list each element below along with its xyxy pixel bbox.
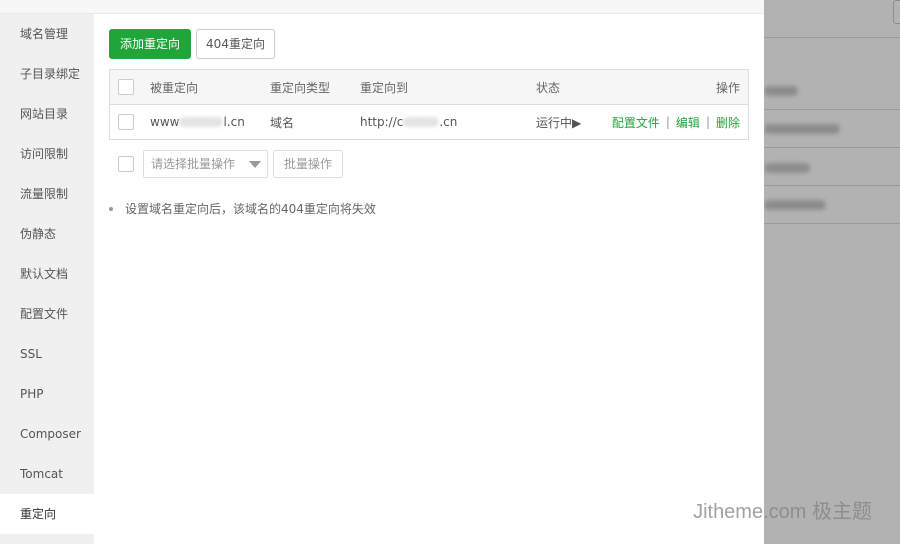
sidebar-item-default-doc[interactable]: 默认文档 (0, 254, 94, 294)
sidebar-item-config-file[interactable]: 配置文件 (0, 294, 94, 334)
sidebar-item-rewrite[interactable]: 伪静态 (0, 214, 94, 254)
row-type: 域名 (270, 115, 295, 130)
sidebar-item-composer[interactable]: Composer (0, 414, 94, 454)
redirect-404-button[interactable]: 404重定向 (196, 29, 275, 59)
site-settings-layer: 域名管理 子目录绑定 网站目录 访问限制 流量限制 伪静态 默认文档 配置文件 … (0, 0, 764, 544)
redaction-mask (179, 117, 224, 127)
header-source: 被重定向 (150, 80, 199, 95)
sidebar-item-access-limit[interactable]: 访问限制 (0, 134, 94, 174)
row-source-prefix: www (150, 115, 180, 129)
sidebar-item-traffic-limit[interactable]: 流量限制 (0, 174, 94, 214)
row-select-cell (118, 105, 134, 139)
sidebar-item-redirect[interactable]: 重定向 (0, 494, 94, 534)
action-separator: | (705, 115, 710, 129)
sidebar-item-site-directory[interactable]: 网站目录 (0, 94, 94, 134)
bullet-icon (109, 206, 113, 211)
redirect-table: 被重定向 重定向类型 重定向到 状态 操作 www l.cn 域名 http:/… (109, 69, 749, 140)
row-target-prefix: http://c (360, 115, 404, 129)
batch-operation-select[interactable]: 请选择批量操作 (143, 150, 268, 178)
row-checkbox[interactable] (118, 114, 134, 130)
header-target: 重定向到 (360, 80, 409, 95)
edit-link[interactable]: 编辑 (676, 114, 700, 131)
chevron-down-icon (249, 161, 261, 168)
select-all-cell (118, 70, 134, 104)
table-header: 被重定向 重定向类型 重定向到 状态 操作 (110, 70, 748, 105)
select-all-checkbox[interactable] (118, 79, 134, 95)
batch-operation-button[interactable]: 批量操作 (273, 150, 343, 178)
row-source-suffix: l.cn (223, 115, 245, 129)
header-actions: 操作 (715, 80, 740, 95)
row-source: www l.cn (150, 105, 245, 139)
row-status-toggle[interactable]: 运行中▶ (536, 105, 581, 139)
sidebar-item-subdirectory[interactable]: 子目录绑定 (0, 54, 94, 94)
row-target: http://c .cn (360, 105, 457, 139)
watermark: Jitheme.com 极主题 (693, 501, 872, 523)
sidebar-item-tomcat[interactable]: Tomcat (0, 454, 94, 494)
row-actions: 配置文件 | 编辑 | 删除 (612, 105, 740, 139)
table-row: www l.cn 域名 http://c .cn 运行中▶ 配置文件 | 编辑 … (110, 105, 748, 139)
tips-text: 设置域名重定向后，该域名的404重定向将失效 (125, 202, 376, 216)
batch-bar: 请选择批量操作 批量操作 (109, 150, 749, 180)
config-file-link[interactable]: 配置文件 (612, 114, 660, 131)
header-status: 状态 (536, 80, 561, 95)
add-redirect-button[interactable]: 添加重定向 (109, 29, 191, 59)
redaction-mask (403, 117, 440, 127)
header-type: 重定向类型 (270, 80, 331, 95)
redirect-panel: 添加重定向 404重定向 被重定向 重定向类型 重定向到 状态 操作 www l… (94, 14, 764, 544)
sidebar-item-ssl[interactable]: SSL (0, 334, 94, 374)
tips: 设置域名重定向后，该域名的404重定向将失效 (109, 200, 376, 217)
settings-sidebar: 域名管理 子目录绑定 网站目录 访问限制 流量限制 伪静态 默认文档 配置文件 … (0, 14, 94, 544)
sidebar-item-php[interactable]: PHP (0, 374, 94, 414)
batch-select-checkbox[interactable] (118, 156, 134, 172)
layer-titlebar (0, 0, 764, 14)
batch-select-placeholder: 请选择批量操作 (151, 157, 236, 171)
row-target-suffix: .cn (439, 115, 458, 129)
sidebar-item-domain[interactable]: 域名管理 (0, 14, 94, 54)
action-separator: | (665, 115, 670, 129)
delete-link[interactable]: 删除 (716, 114, 740, 131)
